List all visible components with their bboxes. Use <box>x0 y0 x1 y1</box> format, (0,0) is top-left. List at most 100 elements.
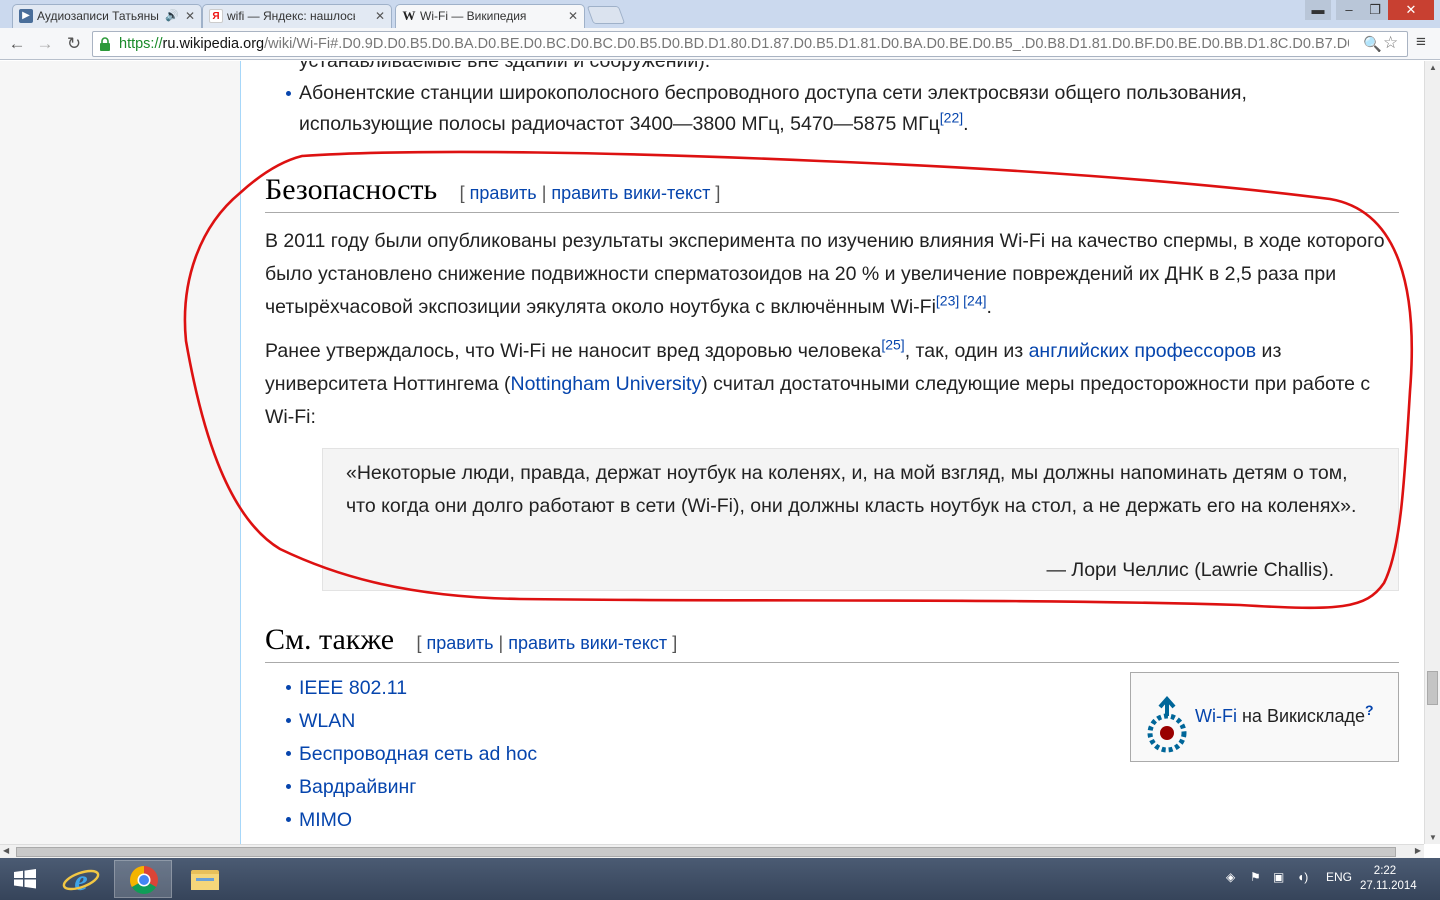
section-heading-security: Безопасность [ править | править вики-те… <box>265 173 1399 213</box>
list-item-end: . <box>963 113 969 135</box>
bracket-open: [ <box>459 183 465 203</box>
tab-yandex[interactable]: Я wifi — Яндекс: нашлось ✕ <box>202 4 392 28</box>
list-item: Беспроводная сеть ad hoc <box>285 738 537 771</box>
commons-text: Wi-Fi на Викискладе? <box>1195 703 1374 727</box>
scroll-down-icon[interactable]: ▼ <box>1429 833 1437 842</box>
bracket-open: [ <box>416 633 422 653</box>
ref-link-24[interactable]: [24] <box>963 293 986 309</box>
section-title: См. также <box>265 623 395 656</box>
edit-link[interactable]: править <box>427 633 494 653</box>
list-item: MIMO <box>285 804 537 837</box>
nottingham-university-link[interactable]: Nottingham University <box>510 373 701 395</box>
taskbar-explorer[interactable] <box>176 860 234 898</box>
back-icon[interactable]: ← <box>6 32 28 56</box>
minimize-button[interactable]: – <box>1336 0 1362 20</box>
list-item: WLAN <box>285 705 537 738</box>
clock-date: 27.11.2014 <box>1360 880 1417 892</box>
list-item: Вардрайвинг <box>285 771 537 804</box>
tray-flag-icon[interactable]: ⚑ <box>1250 870 1261 884</box>
clock-time: 2:22 <box>1373 865 1397 877</box>
english-professors-link[interactable]: английских профессоров <box>1029 340 1257 362</box>
speaker-icon: 🔊 <box>165 10 179 22</box>
horizontal-scroll-thumb[interactable] <box>16 847 1396 857</box>
see-also-link-adhoc[interactable]: Беспроводная сеть ad hoc <box>299 743 537 765</box>
edit-wikitext-link[interactable]: править вики-текст <box>508 633 667 653</box>
start-button[interactable] <box>0 860 58 898</box>
edit-section-links: [ править | править вики-текст ] <box>460 183 721 203</box>
scroll-left-icon[interactable]: ◀ <box>3 846 9 855</box>
internet-explorer-icon: e <box>62 864 100 897</box>
list-item-line1: Абонентские станции широкополосного бесп… <box>299 82 1247 104</box>
scroll-right-icon[interactable]: ▶ <box>1415 846 1421 855</box>
tray-clock[interactable]: 2:22 27.11.2014 <box>1360 864 1417 894</box>
bookmark-star-icon[interactable]: ☆ <box>1383 33 1398 53</box>
quote-text: «Некоторые люди, правда, держат ноутбук … <box>346 462 1357 517</box>
close-tab-icon[interactable]: ✕ <box>185 5 195 27</box>
commons-help-link[interactable]: ? <box>1365 702 1374 718</box>
quote-author: — Лори Челлис (Lawrie Challis). <box>1046 559 1334 581</box>
tab-title: Аудиозаписи Татьяны <box>37 9 159 23</box>
ref-link-22[interactable]: [22] <box>940 110 963 126</box>
zoom-icon[interactable]: 🔍 <box>1363 35 1382 53</box>
wikimedia-commons-icon <box>1147 695 1187 753</box>
vertical-scrollbar[interactable]: ▲ ▼ <box>1424 61 1440 844</box>
chrome-icon <box>130 866 158 894</box>
bracket-close: ] <box>672 633 678 653</box>
see-also-link-mimo[interactable]: MIMO <box>299 809 352 831</box>
paragraph-end: . <box>986 296 992 318</box>
svg-text:e: e <box>74 864 87 897</box>
article-content: устанавливаемые вне зданий и сооружений)… <box>241 61 1424 844</box>
close-tab-icon[interactable]: ✕ <box>568 5 578 27</box>
maximize-button[interactable]: ❐ <box>1362 0 1388 20</box>
blockquote: «Некоторые люди, правда, держат ноутбук … <box>322 448 1399 591</box>
address-bar[interactable]: https://ru.wikipedia.org/wiki/Wi-Fi#.D0.… <box>92 31 1408 57</box>
file-explorer-icon <box>191 870 219 890</box>
edit-wikitext-link[interactable]: править вики-текст <box>551 183 710 203</box>
windows-start-icon <box>14 869 36 889</box>
tray-volume-icon[interactable]: ◖) <box>1297 870 1308 884</box>
tray-antivirus-icon[interactable]: ◈ <box>1226 870 1235 884</box>
list-item: IEEE 802.11 <box>285 672 537 705</box>
list-top: устанавливаемые вне зданий и сооружений)… <box>286 61 1247 140</box>
tray-network-icon[interactable]: ▣ <box>1273 870 1284 884</box>
tray-language[interactable]: ENG <box>1326 870 1352 884</box>
close-window-button[interactable]: ✕ <box>1388 0 1434 20</box>
page-viewport: устанавливаемые вне зданий и сооружений)… <box>0 61 1424 844</box>
paragraph-text: В 2011 году были опубликованы результаты… <box>265 230 1385 318</box>
new-tab-button[interactable] <box>586 6 626 24</box>
see-also-link-wlan[interactable]: WLAN <box>299 710 355 732</box>
ref-link-23[interactable]: [23] <box>936 293 959 309</box>
section-heading-see-also: См. также [ править | править вики-текст… <box>265 623 1399 663</box>
url-text: https://ru.wikipedia.org/wiki/Wi-Fi#.D0.… <box>119 32 1349 57</box>
url-protocol: https:// <box>119 36 163 52</box>
see-also-link-ieee[interactable]: IEEE 802.11 <box>299 677 407 699</box>
commons-wifi-link[interactable]: Wi-Fi <box>1195 706 1237 726</box>
tab-wikipedia[interactable]: W Wi-Fi — Википедия ✕ <box>395 4 585 29</box>
taskbar-chrome[interactable] <box>114 860 172 898</box>
url-host: ru.wikipedia.org <box>162 36 265 52</box>
browser-toolbar: ← → ↻ https://ru.wikipedia.org/wiki/Wi-F… <box>0 28 1440 60</box>
horizontal-scrollbar[interactable]: ◀ ▶ <box>0 844 1424 858</box>
reload-icon[interactable]: ↻ <box>63 32 85 56</box>
tab-vk-audio[interactable]: ▶ Аудиозаписи Татьяны 🔊 ✕ <box>12 4 202 28</box>
ref-link-25[interactable]: [25] <box>881 337 904 353</box>
close-tab-icon[interactable]: ✕ <box>375 5 385 27</box>
paragraph-text: , так, один из <box>904 340 1029 362</box>
list-item-partial: устанавливаемые вне зданий и сооружений)… <box>299 61 711 72</box>
commons-box: Wi-Fi на Викискладе? <box>1130 672 1399 762</box>
paragraph-experiment: В 2011 году были опубликованы результаты… <box>265 225 1399 324</box>
list-item: Абонентские станции широкополосного бесп… <box>286 78 1247 140</box>
vertical-scroll-thumb[interactable] <box>1427 671 1438 705</box>
scroll-up-icon[interactable]: ▲ <box>1429 63 1437 72</box>
see-also-list: IEEE 802.11 WLAN Беспроводная сеть ad ho… <box>285 672 537 837</box>
taskbar-ie[interactable]: e <box>52 860 110 898</box>
menu-icon[interactable]: ≡ <box>1416 32 1426 52</box>
tab-title: Wi-Fi — Википедия <box>420 9 527 23</box>
see-also-link-wardriving[interactable]: Вардрайвинг <box>299 776 416 798</box>
yandex-icon: Я <box>209 9 223 23</box>
edit-link[interactable]: править <box>470 183 537 203</box>
windows-taskbar: e ◈ ⚑ ▣ ◖) ENG 2:22 27.11.2014 <box>0 858 1440 900</box>
lock-icon <box>100 37 110 51</box>
user-icon[interactable]: ▬ <box>1305 0 1331 20</box>
forward-icon[interactable]: → <box>34 32 56 56</box>
